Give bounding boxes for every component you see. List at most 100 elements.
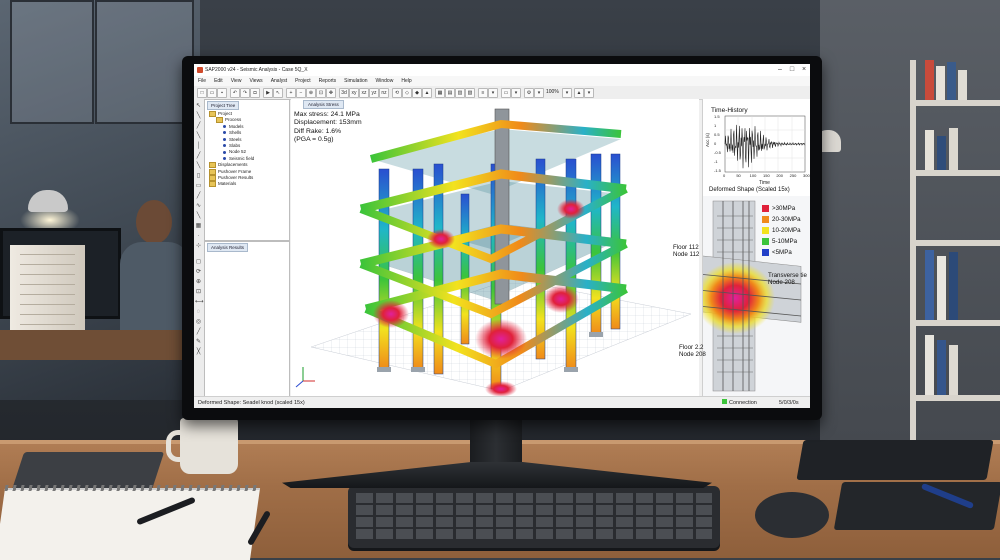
- maximize-button[interactable]: □: [786, 64, 798, 76]
- menu-simulation[interactable]: Simulation: [340, 76, 371, 86]
- draw-frame-icon[interactable]: ╲: [195, 113, 202, 120]
- animation-icon[interactable]: ▭: [501, 88, 511, 98]
- view-xy-icon[interactable]: xy: [349, 88, 359, 98]
- section-cut-icon[interactable]: ╳: [195, 349, 202, 356]
- reshape-icon[interactable]: ◻: [195, 259, 202, 266]
- tree-item-label: Displacements: [218, 162, 248, 168]
- folder-icon: [216, 117, 223, 124]
- folder-icon: [209, 174, 216, 181]
- new-file-icon[interactable]: □: [197, 88, 207, 98]
- zoom-dropdown-icon[interactable]: ▾: [562, 88, 572, 98]
- zoom-out-icon[interactable]: −: [296, 88, 306, 98]
- connection-status: Connection: [722, 397, 757, 408]
- model-viewport[interactable]: Analysis Stress Max stress: 24.1 MPa Dis…: [291, 99, 699, 396]
- menu-edit[interactable]: Edit: [210, 76, 227, 86]
- draw-beam-icon[interactable]: ╱: [195, 153, 202, 160]
- legend-label: <5MPa: [772, 249, 792, 256]
- menu-analyst[interactable]: Analyst: [267, 76, 291, 86]
- shrink-icon[interactable]: ◆: [412, 88, 422, 98]
- draw-wall-icon[interactable]: ▯: [195, 173, 202, 180]
- zoom-extents-icon[interactable]: ⊡: [316, 88, 326, 98]
- background-person: [120, 200, 190, 342]
- rotate-tool-icon[interactable]: ⟳: [195, 269, 202, 276]
- book: [937, 256, 946, 320]
- pan-icon[interactable]: ✥: [326, 88, 336, 98]
- hide-icon[interactable]: ◌: [195, 309, 202, 316]
- tree-item[interactable]: Materials: [209, 181, 287, 188]
- pointer-icon[interactable]: ↖: [273, 88, 283, 98]
- rotate-icon[interactable]: ⟲: [392, 88, 402, 98]
- annotate-icon[interactable]: ✎: [195, 339, 202, 346]
- view-3d-icon[interactable]: 3d: [339, 88, 349, 98]
- warning-icon[interactable]: ▲: [574, 88, 584, 98]
- axis-triad-icon: [295, 367, 315, 388]
- draw-point-icon[interactable]: ·: [195, 233, 202, 240]
- show-undeformed-icon[interactable]: ▥: [455, 88, 465, 98]
- draw-column-icon[interactable]: │: [195, 143, 202, 150]
- book: [949, 252, 958, 320]
- status-time: 5/0/3/0s: [779, 400, 799, 406]
- draw-area-icon[interactable]: ╲: [195, 163, 202, 170]
- save-icon[interactable]: ▪: [217, 88, 227, 98]
- callout-floor-112: Floor 112 Node 112: [673, 244, 699, 258]
- extrude-icon[interactable]: ▲: [422, 88, 432, 98]
- results-side-panel: Time-History 0 50 100 150 200 250 300 1.5 1 0.5 0…: [702, 99, 810, 396]
- show-all-icon[interactable]: ◎: [195, 319, 202, 326]
- undo-icon[interactable]: ↶: [230, 88, 240, 98]
- view-xz-icon[interactable]: xz: [359, 88, 369, 98]
- project-tree-tab[interactable]: Project Tree: [207, 101, 240, 110]
- keyboard: [348, 486, 720, 548]
- time-history-xlabel: Time: [759, 180, 770, 186]
- fit-tool-icon[interactable]: ⊡: [195, 289, 202, 296]
- display-options-icon[interactable]: ▤: [445, 88, 455, 98]
- zoom-level[interactable]: 100%: [546, 87, 559, 98]
- show-deformed-icon[interactable]: ▧: [465, 88, 475, 98]
- draw-line-icon[interactable]: ╱: [195, 123, 202, 130]
- menu-file[interactable]: File: [194, 76, 210, 86]
- book: [958, 70, 967, 100]
- menu-views[interactable]: Views: [245, 76, 266, 86]
- draw-link-icon[interactable]: ╱: [195, 193, 202, 200]
- show-forces-icon[interactable]: ≡: [478, 88, 488, 98]
- draw-brace-icon[interactable]: ╲: [195, 133, 202, 140]
- draw-grid-icon[interactable]: ▦: [195, 223, 202, 230]
- measure-icon[interactable]: ⟷: [195, 299, 204, 306]
- run-analysis-icon[interactable]: ▶: [263, 88, 273, 98]
- menu-project[interactable]: Project: [291, 76, 315, 86]
- legend-swatch: [762, 238, 769, 245]
- status-text: Deformed Shape: Seadel knod (scaled 15x): [198, 400, 305, 406]
- show-stress-icon[interactable]: ▾: [488, 88, 498, 98]
- grid-icon[interactable]: ▦: [435, 88, 445, 98]
- analysis-results-tab[interactable]: Analysis Results: [207, 243, 249, 252]
- viewport-tab[interactable]: Analysis Stress: [303, 100, 344, 109]
- view-yz-icon[interactable]: yz: [369, 88, 379, 98]
- redo-icon[interactable]: ↷: [240, 88, 250, 98]
- menu-help[interactable]: Help: [397, 76, 415, 86]
- lock-icon[interactable]: ◘: [250, 88, 260, 98]
- zoom-window-icon[interactable]: ⊕: [306, 88, 316, 98]
- menu-view[interactable]: View: [227, 76, 246, 86]
- window-pane: [10, 0, 94, 124]
- legend-label: >30MPa: [772, 205, 796, 212]
- draw-section-icon[interactable]: ╲: [195, 213, 202, 220]
- open-file-icon[interactable]: ▭: [207, 88, 217, 98]
- zoom-in-icon[interactable]: +: [286, 88, 296, 98]
- zoom-menu-icon[interactable]: ▾: [534, 88, 544, 98]
- snap-icon[interactable]: ⊹: [195, 243, 202, 250]
- minimize-button[interactable]: –: [774, 64, 786, 76]
- view-nz-icon[interactable]: nz: [379, 88, 389, 98]
- close-button[interactable]: ×: [798, 64, 810, 76]
- dimension-icon[interactable]: ╱: [195, 329, 202, 336]
- draw-slab-icon[interactable]: ▭: [195, 183, 202, 190]
- select-tool-icon[interactable]: ↖: [195, 103, 202, 110]
- notebook: [833, 482, 1000, 530]
- settings-icon[interactable]: ⚙: [524, 88, 534, 98]
- dropdown-chevron-icon[interactable]: ▾: [511, 88, 521, 98]
- more-options-icon[interactable]: ▾: [584, 88, 594, 98]
- menu-window[interactable]: Window: [372, 76, 398, 86]
- menu-reports[interactable]: Reports: [315, 76, 341, 86]
- draw-tendon-icon[interactable]: ∿: [195, 203, 202, 210]
- legend-swatch: [762, 227, 769, 234]
- zoom-tool-icon[interactable]: ⊕: [195, 279, 202, 286]
- perspective-icon[interactable]: ◇: [402, 88, 412, 98]
